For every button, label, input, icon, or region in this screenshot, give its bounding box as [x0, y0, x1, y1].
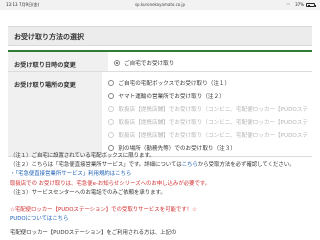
datetime-options: ご自宅でお受け取り — [108, 52, 312, 71]
radio-other-location[interactable] — [108, 144, 115, 151]
pudo-link[interactable]: PUDOについてはこちら — [10, 215, 306, 224]
row-receive-datetime: お受け取り日時の変更 ご自宅でお受け取り — [8, 52, 312, 72]
option-delivery-box[interactable]: ご自宅の宅配ボックスでお受け取り（注１） — [108, 76, 308, 89]
row-label-location: お受け取り場所の変更 — [8, 72, 103, 156]
pudo-description: 宅配便ロッカー【PUDOステーション】をご利用される方は、上記の — [10, 230, 177, 236]
note-warning: 取扱店での お受け取りは、宅急便e-お知らせシリーズへのお申し込みが必要です。 — [10, 180, 211, 187]
note-1: （注１）ご自宅に設置されている宅配ボックスに限ります。 — [10, 153, 155, 159]
note-2-link[interactable]: こちら — [182, 162, 198, 168]
terms-link[interactable]: ・「宅急便直接営業所サービス」利用規約はこちら — [10, 170, 306, 179]
option-yamato-office[interactable]: ヤマト運輸の営業所でお受け取り（注２） — [108, 89, 308, 102]
notes: （注１）ご自宅に設置されている宅配ボックスに限ります。 （注２）こちらは「宅急便… — [10, 152, 306, 198]
option-delivery-box-label: ご自宅の宅配ボックスでお受け取り（注１） — [118, 80, 231, 87]
option-home-receive-label: ご自宅でお受け取り — [124, 60, 175, 67]
pudo-headline: ☆宅配便ロッカー【PUDOステーション】での受取りサービスを可能です！☆ — [10, 207, 197, 213]
option-other-location-label: 別の場所（勤務先等）でのお受け取り（注３） — [118, 145, 236, 152]
option-partner-store-1-label: 取扱店【提携店舗】でお受け取り（コンビニ、宅配便ロッカー【PUDOステ — [118, 106, 308, 113]
address-bar-url[interactable]: sp.kuronekoyamato.co.jp — [0, 0, 320, 10]
radio-home-receive[interactable] — [114, 59, 120, 66]
battery-icon — [306, 3, 316, 7]
note-3: （注３）サービスセンターへのお電話でのみご依頼を承ります。 — [10, 189, 166, 196]
option-partner-store-3: 取扱店【提携店舗】でお受け取り（コンビニ、宅配便ロッカー【PUDOステ — [108, 128, 308, 141]
row-label-datetime: お受け取り日時の変更 — [8, 52, 108, 71]
pudo-section: ☆宅配便ロッカー【PUDOステーション】での受取りサービスを可能です！☆ PUD… — [10, 206, 306, 224]
radio-partner-store-1 — [108, 105, 115, 112]
wifi-icon: ◠ — [286, 2, 291, 7]
radio-yamato-office[interactable] — [108, 92, 115, 99]
note-2-text: （注２）こちらは「宅急便直接営業所サービス」です。詳細については — [10, 162, 182, 169]
battery-percent: 37% — [295, 2, 304, 7]
row-receive-location: お受け取り場所の変更 ご自宅の宅配ボックスでお受け取り（注１） ヤマト運輸の営業… — [8, 72, 312, 157]
option-partner-store-1: 取扱店【提携店舗】でお受け取り（コンビニ、宅配便ロッカー【PUDOステ — [108, 102, 308, 115]
radio-partner-store-3 — [108, 131, 115, 138]
receive-method-form: お受け取り日時の変更 ご自宅でお受け取り お受け取り場所の変更 ご自宅の宅配ボッ… — [8, 50, 312, 157]
option-yamato-office-label: ヤマト運輸の営業所でお受け取り（注２） — [118, 93, 225, 100]
note-2-text-end: から受取方法を必ず確認してください。 — [197, 162, 295, 169]
section-title: お受け取り方法の選択 — [8, 26, 312, 46]
radio-partner-store-2 — [108, 118, 115, 125]
radio-delivery-box[interactable] — [108, 79, 115, 86]
option-partner-store-2-label: 取扱店【提携店舗】でお受け取り（コンビニ、宅配便ロッカー【PUDOステ — [118, 119, 308, 126]
location-options: ご自宅の宅配ボックスでお受け取り（注１） ヤマト運輸の営業所でお受け取り（注２）… — [102, 72, 312, 156]
status-bar: 13:13 7月9日(金) sp.kuronekoyamato.co.jp ◠ … — [0, 0, 320, 10]
note-2: （注２）こちらは「宅急便直接営業所サービス」です。詳細についてはこちらから受取方… — [10, 161, 306, 170]
option-home-receive[interactable]: ご自宅でお受け取り — [114, 56, 308, 69]
option-partner-store-2: 取扱店【提携店舗】でお受け取り（コンビニ、宅配便ロッカー【PUDOステ — [108, 115, 308, 128]
option-partner-store-3-label: 取扱店【提携店舗】でお受け取り（コンビニ、宅配便ロッカー【PUDOステ — [118, 132, 308, 139]
